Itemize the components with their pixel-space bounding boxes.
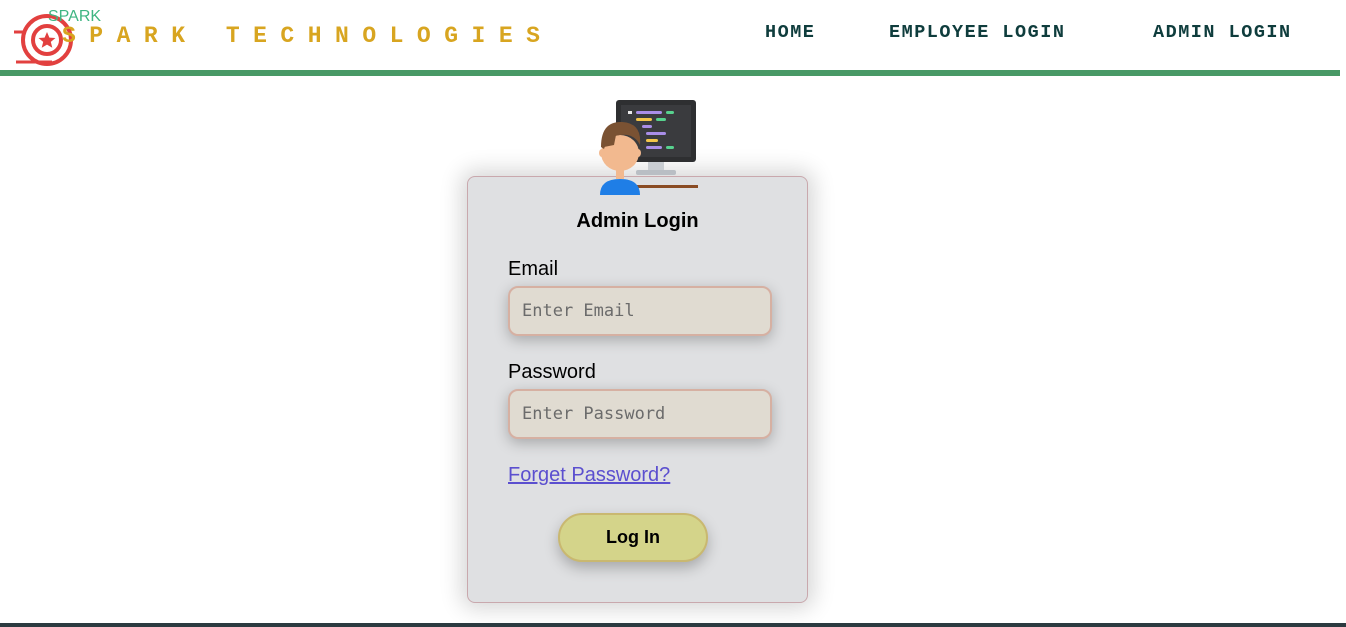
header-divider xyxy=(0,70,1340,76)
login-button[interactable]: Log In xyxy=(558,513,708,562)
nav-home-link[interactable]: HOME xyxy=(765,22,815,43)
forgot-password-link[interactable]: Forget Password? xyxy=(508,464,670,487)
navbar: SPARK SPARK TECHNOLOGIES HOME EMPLOYEE L… xyxy=(0,0,1340,70)
email-label: Email xyxy=(508,258,559,280)
nav-employee-login-link[interactable]: EMPLOYEE LOGIN xyxy=(889,22,1065,43)
form-title: Admin Login xyxy=(576,210,699,232)
nav-admin-login-link[interactable]: ADMIN LOGIN xyxy=(1153,22,1292,43)
bottom-bar xyxy=(0,623,1346,627)
developer-illustration-icon xyxy=(599,100,698,195)
password-input[interactable] xyxy=(508,389,772,439)
password-label: Password xyxy=(508,361,596,383)
email-input[interactable] xyxy=(508,286,772,336)
brand-title: SPARK TECHNOLOGIES xyxy=(62,23,554,49)
